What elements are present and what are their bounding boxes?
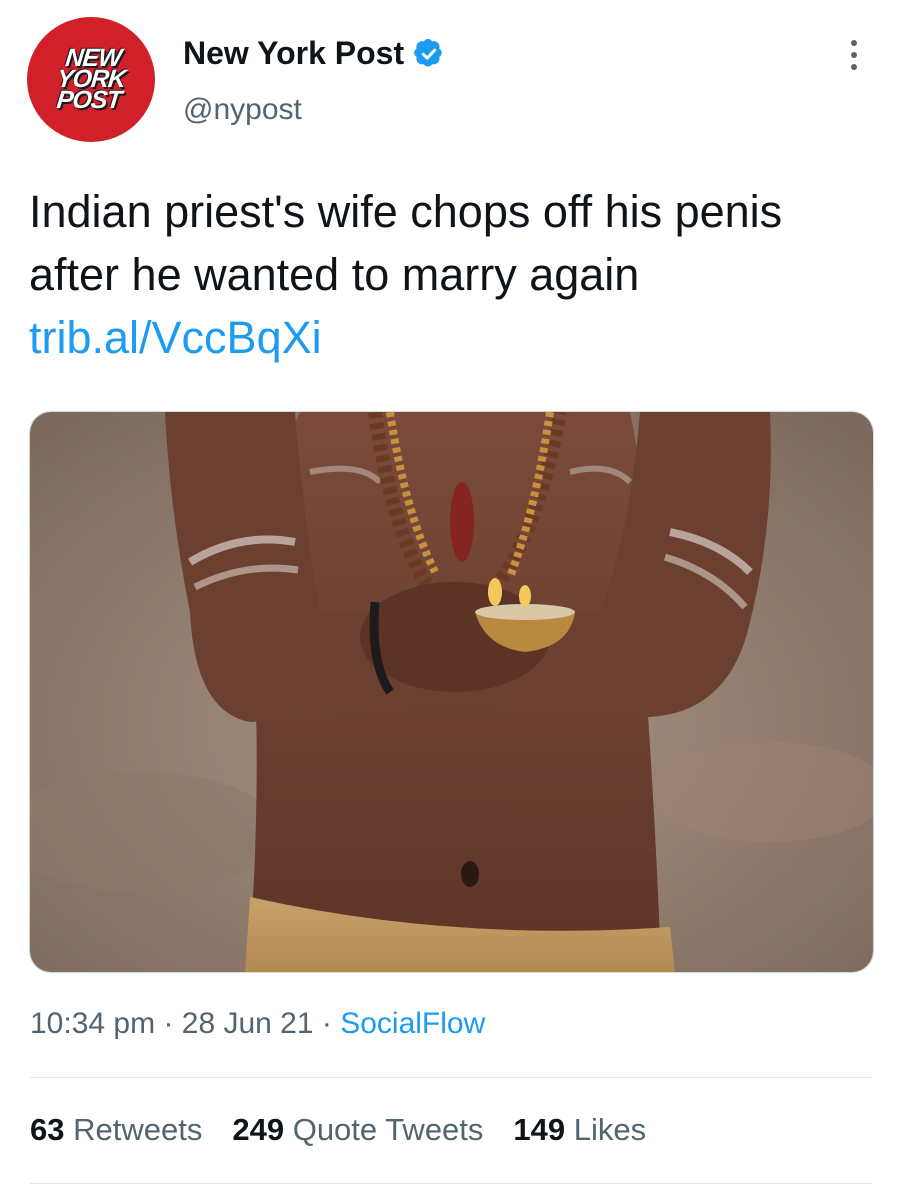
- retweets-label: Retweets: [73, 1112, 203, 1147]
- photo-priest-holding-lamp: [30, 412, 873, 972]
- tweet-photo[interactable]: [29, 411, 874, 973]
- tweet-meta: 10:34 pm · 28 Jun 21 · SocialFlow: [30, 1007, 485, 1041]
- avatar[interactable]: NEW YORK POST: [27, 17, 155, 142]
- display-name[interactable]: New York Post: [183, 35, 444, 72]
- retweets-count: 63: [30, 1112, 65, 1147]
- divider: [30, 1183, 873, 1184]
- tweet-source[interactable]: SocialFlow: [340, 1007, 485, 1040]
- meta-separator: ·: [163, 1007, 182, 1040]
- quote-tweets-stat[interactable]: 249 Quote Tweets: [232, 1112, 483, 1148]
- tweet-time[interactable]: 10:34 pm: [30, 1007, 155, 1040]
- tweet-stats: 63 Retweets 249 Quote Tweets 149 Likes: [30, 1112, 646, 1148]
- tweet-link[interactable]: trib.al/VccBqXi: [29, 306, 879, 369]
- verified-badge-icon: [414, 38, 442, 67]
- tweet-text: Indian priest's wife chops off his penis…: [29, 180, 879, 369]
- quote-tweets-count: 249: [232, 1112, 285, 1147]
- account-handle[interactable]: @nypost: [183, 93, 302, 127]
- avatar-logo-text: NEW YORK POST: [55, 44, 127, 114]
- divider: [30, 1077, 873, 1078]
- tweet-date[interactable]: 28 Jun 21: [182, 1007, 314, 1040]
- tweet-body: Indian priest's wife chops off his penis…: [29, 186, 783, 300]
- likes-stat[interactable]: 149 Likes: [513, 1112, 646, 1148]
- quote-tweets-label: Quote Tweets: [292, 1112, 484, 1147]
- display-name-text: New York Post: [183, 35, 405, 71]
- more-options-icon[interactable]: [846, 40, 862, 70]
- meta-separator: ·: [321, 1007, 341, 1040]
- likes-label: Likes: [573, 1112, 647, 1147]
- retweets-stat[interactable]: 63 Retweets: [30, 1112, 202, 1148]
- likes-count: 149: [513, 1112, 566, 1147]
